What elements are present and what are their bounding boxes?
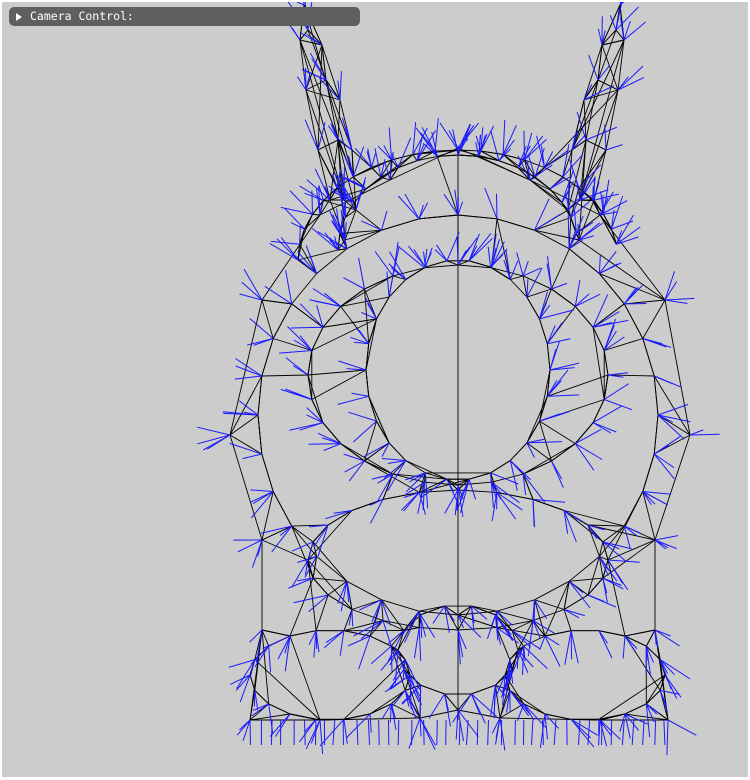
3d-viewport[interactable]: Camera Control: [2, 2, 748, 777]
mesh-wireframe-render [197, 2, 720, 756]
mesh-edges [229, 4, 691, 721]
camera-control-label: Camera Control: [30, 9, 134, 23]
triangle-right-icon [16, 12, 22, 21]
camera-control-folder[interactable]: Camera Control: [9, 7, 360, 26]
